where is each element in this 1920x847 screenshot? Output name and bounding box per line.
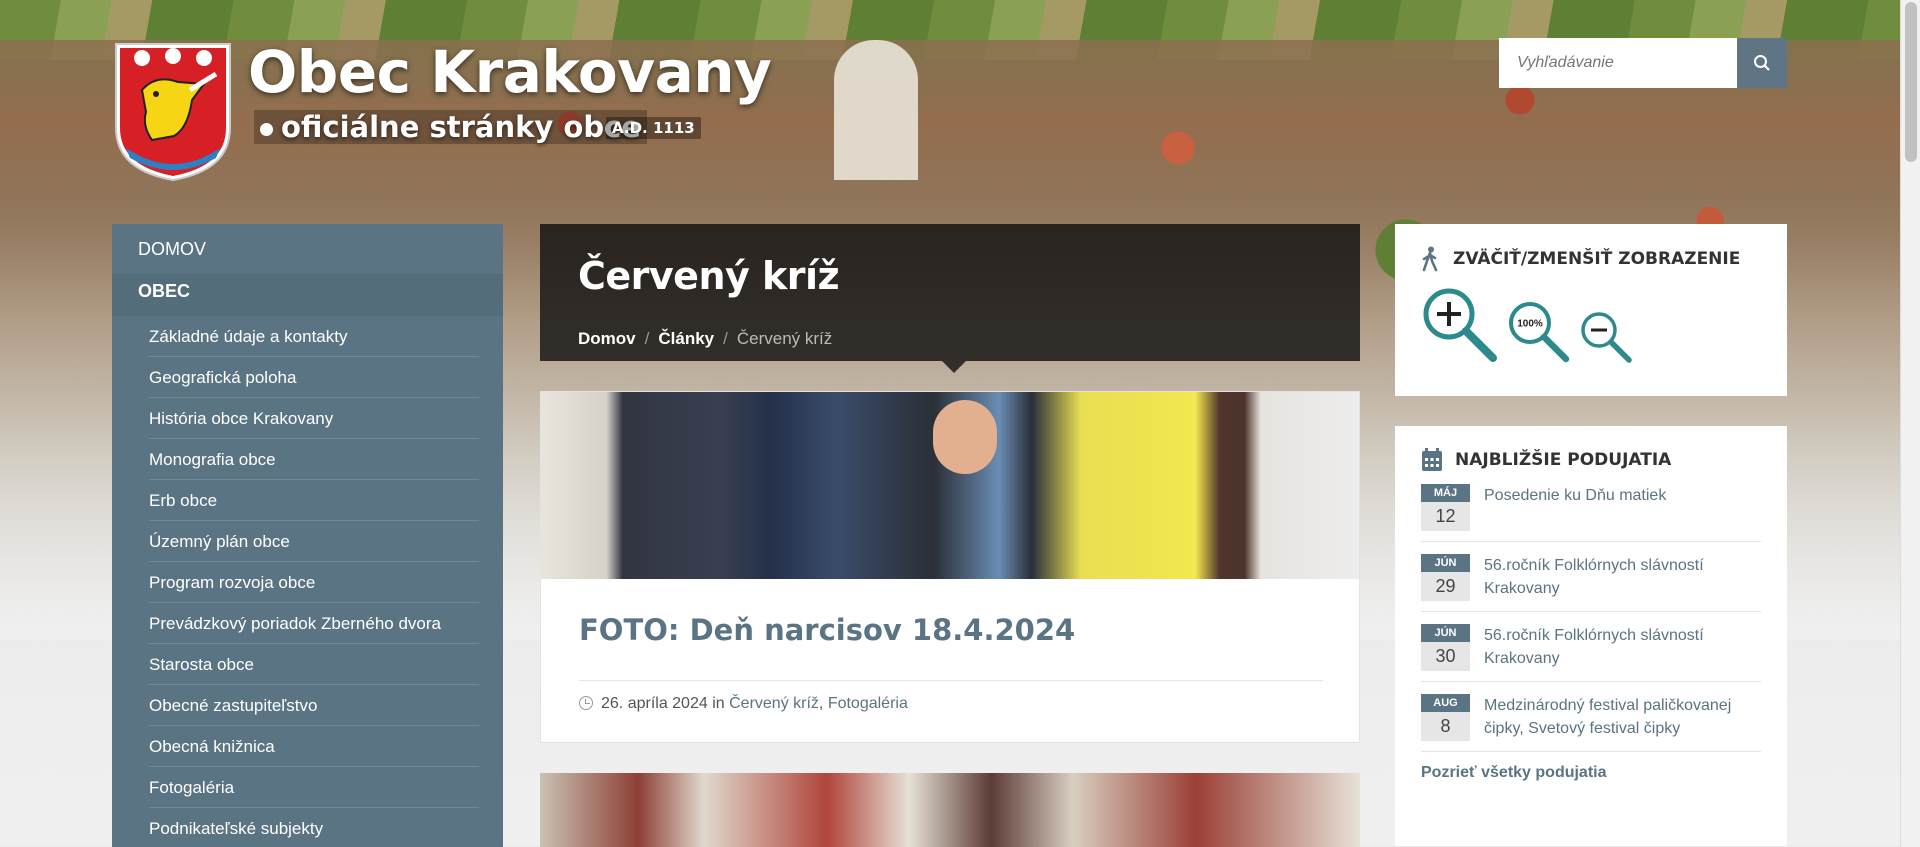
site-subtitle: oficiálne stránky obce	[254, 110, 647, 144]
sidebar-subitem[interactable]: Obecné zastupiteľstvo	[149, 685, 479, 726]
article-title[interactable]: FOTO: Deň narcisov 18.4.2024	[579, 613, 1359, 647]
events-widget-header: NAJBLIŽŠIE PODUJATIA	[1421, 448, 1761, 472]
event-date: MÁJ 12	[1421, 484, 1470, 531]
event-month: JÚN	[1421, 624, 1470, 642]
sidebar-item-obec[interactable]: OBEC	[112, 274, 503, 316]
event-item: AUG 8 Medzinárodný festival paličkovanej …	[1421, 682, 1761, 752]
coat-of-arms-logo[interactable]	[112, 40, 234, 182]
event-date: AUG 8	[1421, 694, 1470, 741]
event-item: MÁJ 12 Posedenie ku Dňu matiek	[1421, 472, 1761, 542]
sidebar-subitem[interactable]: Geografická poloha	[149, 357, 479, 398]
event-link[interactable]: 56.ročník Folklórnych slávností Krakovan…	[1484, 624, 1761, 671]
events-widget-title: NAJBLIŽŠIE PODUJATIA	[1455, 450, 1672, 470]
event-date: JÚN 29	[1421, 554, 1470, 601]
zoom-reset-icon[interactable]: 100%	[1507, 300, 1571, 364]
breadcrumb: Domov / Články / Červený kríž	[578, 329, 832, 349]
bullet-dot-icon	[260, 122, 273, 136]
sidebar-subitem[interactable]: Erb obce	[149, 480, 479, 521]
search-icon	[1754, 55, 1770, 71]
breadcrumb-domov[interactable]: Domov	[578, 329, 636, 348]
site-founding-year: A.D. 1113	[606, 117, 701, 139]
search-form	[1499, 38, 1787, 88]
sidebar-subitem[interactable]: Prevádzkový poriadok Zberného dvora	[149, 603, 479, 644]
sidebar-subitem[interactable]: Starosta obce	[149, 644, 479, 685]
sidebar-menu: DOMOV OBEC Základné údaje a kontakty Geo…	[112, 224, 503, 847]
event-item: JÚN 30 56.ročník Folklórnych slávností Kr…	[1421, 612, 1761, 682]
event-month: JÚN	[1421, 554, 1470, 572]
zoom-out-icon[interactable]	[1579, 310, 1633, 364]
next-article-photo[interactable]	[540, 773, 1360, 847]
zoom-reset-label: 100%	[1517, 319, 1543, 330]
sidebar-subitem[interactable]: História obce Krakovany	[149, 398, 479, 439]
category-link-cerveny-kriz[interactable]: Červený kríž	[729, 695, 819, 712]
page-title-box: Červený kríž Domov / Články / Červený kríž	[540, 224, 1360, 373]
category-separator: ,	[818, 695, 824, 712]
sidebar-subitem[interactable]: Program rozvoja obce	[149, 562, 479, 603]
all-events-link[interactable]: Pozrieť všetky podujatia	[1421, 764, 1761, 782]
breadcrumb-clanky[interactable]: Články	[658, 329, 714, 348]
sidebar-subitem[interactable]: Základné údaje a kontakty	[149, 316, 479, 357]
church-image	[834, 40, 918, 180]
page-title: Červený kríž	[578, 254, 840, 298]
zoom-widget-header: ZVÄČIŤ/ZMENŠIŤ ZOBRAZENIE	[1421, 246, 1761, 272]
breadcrumb-separator: /	[644, 329, 650, 348]
sidebar-item-domov[interactable]: DOMOV	[112, 232, 503, 274]
event-link[interactable]: 56.ročník Folklórnych slávností Krakovan…	[1484, 554, 1761, 601]
event-link[interactable]: Posedenie ku Dňu matiek	[1484, 484, 1666, 531]
zoom-controls: 100%	[1421, 286, 1761, 364]
clock-icon	[579, 696, 593, 710]
article-in: in	[712, 695, 725, 712]
search-input[interactable]	[1499, 38, 1737, 88]
sidebar-subitem[interactable]: Fotogaléria	[149, 767, 479, 808]
site-title[interactable]: Obec Krakovany	[248, 38, 772, 106]
sidebar-subitem[interactable]: Územný plán obce	[149, 521, 479, 562]
zoom-in-icon[interactable]	[1421, 286, 1499, 364]
event-item: JÚN 29 56.ročník Folklórnych slávností Kr…	[1421, 542, 1761, 612]
scrollbar-thumb[interactable]	[1905, 2, 1917, 162]
search-button[interactable]	[1737, 38, 1787, 88]
event-date: JÚN 30	[1421, 624, 1470, 671]
zoom-widget: ZVÄČIŤ/ZMENŠIŤ ZOBRAZENIE 100%	[1395, 224, 1787, 396]
sidebar-subitem[interactable]: Monografia obce	[149, 439, 479, 480]
category-link-fotogaleria[interactable]: Fotogaléria	[828, 695, 908, 712]
breadcrumb-separator: /	[723, 329, 728, 348]
title-box-arrow	[942, 361, 966, 373]
breadcrumb-current: Červený kríž	[736, 329, 833, 348]
event-day: 29	[1421, 572, 1470, 601]
zoom-widget-title: ZVÄČIŤ/ZMENŠIŤ ZOBRAZENIE	[1453, 249, 1741, 269]
article-date: 26. apríla 2024	[601, 695, 708, 712]
events-widget: NAJBLIŽŠIE PODUJATIA MÁJ 12 Posedenie ku …	[1395, 426, 1787, 846]
site-subtitle-text: oficiálne stránky obce	[281, 110, 641, 144]
calendar-icon	[1422, 448, 1442, 471]
event-day: 12	[1421, 502, 1470, 531]
sidebar-subitem[interactable]: Obecná knižnica	[149, 726, 479, 767]
event-month: AUG	[1421, 694, 1470, 712]
event-link[interactable]: Medzinárodný festival paličkovanej čipky…	[1484, 694, 1761, 741]
article-meta: 26. apríla 2024 in Červený kríž, Fotogal…	[579, 680, 1323, 713]
article-photo[interactable]	[541, 392, 1359, 579]
child-face-image	[933, 400, 997, 474]
event-day: 8	[1421, 712, 1470, 741]
page-scrollbar[interactable]	[1900, 0, 1920, 847]
article-card: FOTO: Deň narcisov 18.4.2024 26. apríla …	[540, 391, 1360, 743]
walking-person-icon	[1422, 246, 1438, 272]
sidebar-subitem[interactable]: Podnikateľské subjekty	[149, 808, 479, 847]
event-day: 30	[1421, 642, 1470, 671]
event-month: MÁJ	[1421, 484, 1470, 502]
